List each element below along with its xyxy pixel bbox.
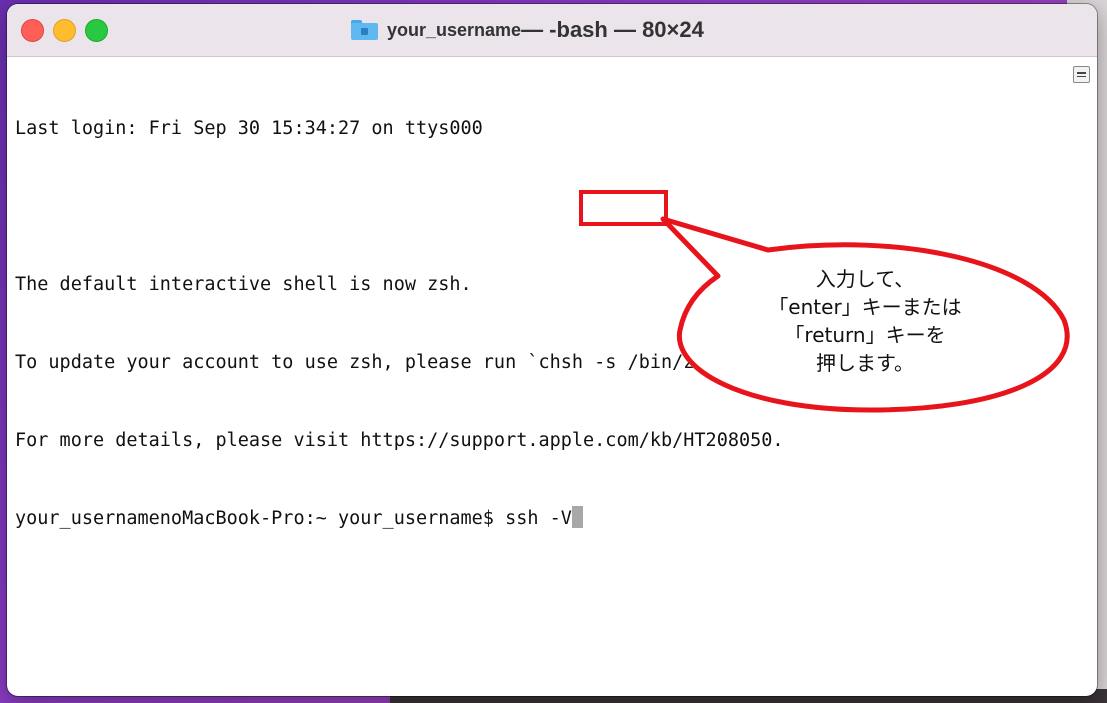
scroll-menu-icon[interactable] [1073, 66, 1090, 83]
typed-command[interactable]: ssh -V [505, 508, 572, 529]
callout-line: 「enter」キーまたは [768, 295, 962, 319]
text-cursor [571, 506, 583, 528]
title-username: your_username [387, 19, 522, 40]
title-shell-info: — -bash — 80×24 [521, 17, 704, 42]
home-folder-icon [351, 20, 378, 40]
callout-line: 入力して、 [815, 267, 915, 291]
shell-prompt: your_usernamenoMacBook-Pro:~ your_userna… [15, 508, 506, 529]
terminal-line: For more details, please visit https://s… [15, 430, 784, 451]
callout-line: 「return」キーを [784, 323, 946, 347]
callout-text: 入力して、 「enter」キーまたは 「return」キーを 押します。 [700, 265, 1030, 377]
close-button[interactable] [21, 19, 44, 42]
maximize-button[interactable] [85, 19, 108, 42]
prompt-line[interactable]: your_usernamenoMacBook-Pro:~ your_userna… [15, 506, 1070, 532]
minimize-button[interactable] [53, 19, 76, 42]
window-title: your_username — -bash — 80×24 [351, 16, 704, 44]
terminal-line: Last login: Fri Sep 30 15:34:27 on ttys0… [15, 118, 483, 139]
title-bar[interactable]: your_username — -bash — 80×24 [7, 4, 1097, 57]
callout-line: 押します。 [816, 351, 914, 375]
